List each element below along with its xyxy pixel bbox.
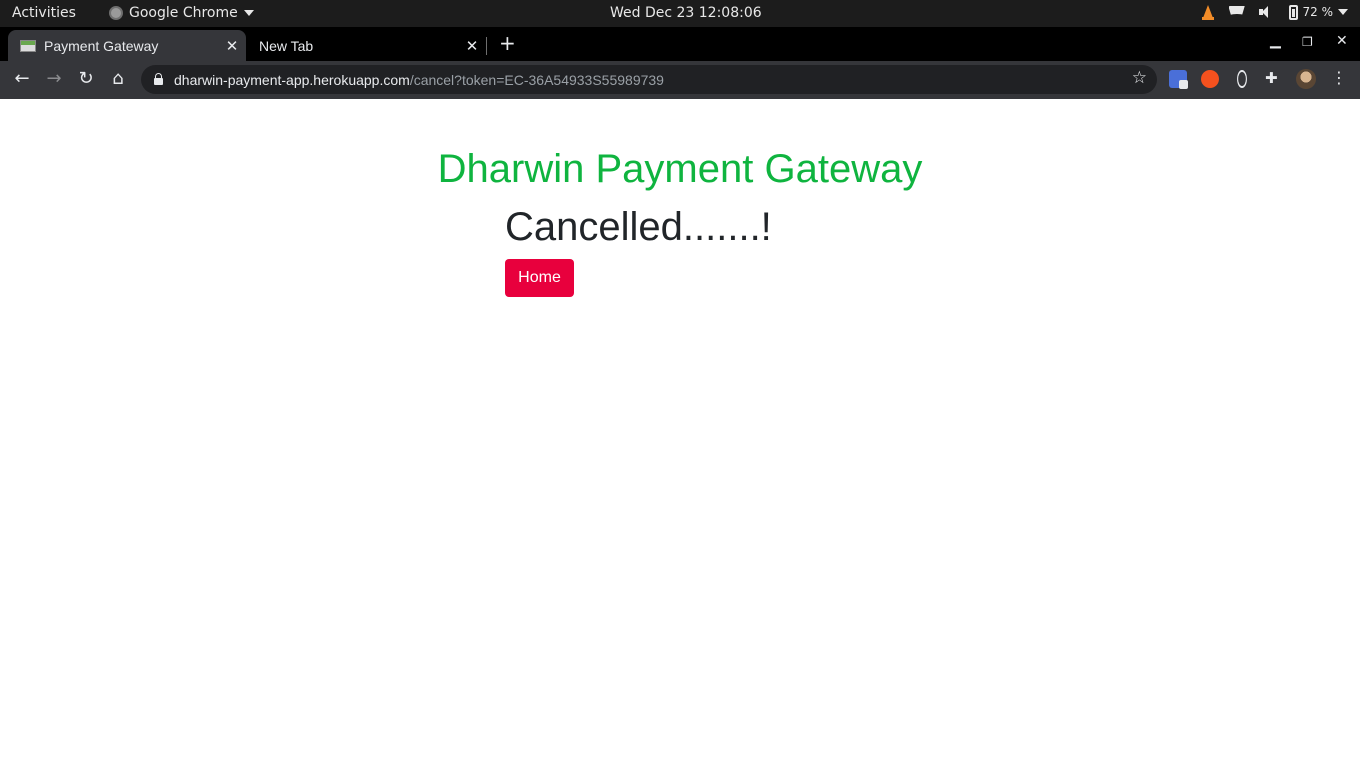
system-tray[interactable]: 72 % xyxy=(1201,4,1348,20)
close-tab-icon[interactable]: ✕ xyxy=(462,37,482,55)
close-tab-icon[interactable]: ✕ xyxy=(222,37,242,55)
activities-button[interactable]: Activities xyxy=(12,5,76,21)
forward-icon[interactable]: → xyxy=(43,69,65,89)
reload-icon[interactable]: ↻ xyxy=(75,69,97,89)
app-menu[interactable]: Google Chrome xyxy=(109,5,254,21)
wifi-icon xyxy=(1229,6,1245,18)
minimize-button[interactable]: ▁ xyxy=(1270,33,1281,49)
tab-strip: Payment Gateway ✕ New Tab ✕ + ▁ ❐ ✕ xyxy=(0,27,1360,61)
battery-icon xyxy=(1288,4,1298,20)
tab-divider xyxy=(486,37,487,55)
home-button[interactable]: Home xyxy=(505,259,574,297)
chevron-down-icon xyxy=(1338,9,1348,15)
battery-indicator: 72 % xyxy=(1288,4,1348,20)
volume-icon xyxy=(1258,5,1275,19)
battery-percent: 72 % xyxy=(1302,5,1334,19)
lock-icon[interactable] xyxy=(154,73,163,85)
chevron-down-icon xyxy=(243,10,254,16)
translate-extension-icon[interactable] xyxy=(1169,70,1188,89)
home-icon[interactable]: ⌂ xyxy=(107,69,129,89)
close-window-button[interactable]: ✕ xyxy=(1336,33,1348,49)
tab-title: New Tab xyxy=(259,37,314,54)
tab-title: Payment Gateway xyxy=(44,37,159,54)
status-message: Cancelled.......! xyxy=(505,205,772,249)
new-tab-button[interactable]: + xyxy=(499,31,516,55)
clock[interactable]: Wed Dec 23 12:08:06 xyxy=(610,5,762,21)
react-devtools-icon[interactable] xyxy=(1237,70,1247,88)
tab-new-tab[interactable]: New Tab ✕ xyxy=(246,30,486,61)
extension-icon[interactable] xyxy=(1201,70,1219,88)
system-top-bar: Activities Google Chrome Wed Dec 23 12:0… xyxy=(0,0,1360,27)
tab-payment-gateway[interactable]: Payment Gateway ✕ xyxy=(8,30,246,61)
browser-toolbar: ← → ↻ ⌂ dharwin-payment-app.herokuapp.co… xyxy=(0,61,1360,99)
app-name: Google Chrome xyxy=(129,5,238,21)
url-host: dharwin-payment-app.herokuapp.com xyxy=(174,71,410,88)
restore-button[interactable]: ❐ xyxy=(1302,35,1313,49)
url-path: /cancel?token=EC-36A54933S55989739 xyxy=(409,71,664,88)
back-icon[interactable]: ← xyxy=(11,69,33,89)
profile-avatar[interactable] xyxy=(1296,69,1316,89)
page-content: Dharwin Payment Gateway Cancelled.......… xyxy=(0,99,1360,768)
chrome-icon xyxy=(109,6,123,20)
kebab-menu-icon[interactable]: ⋮ xyxy=(1331,70,1347,86)
vlc-icon[interactable] xyxy=(1201,4,1215,20)
page-heading: Dharwin Payment Gateway xyxy=(437,147,923,191)
puzzle-icon[interactable]: ✚ xyxy=(1265,69,1283,87)
address-bar[interactable]: dharwin-payment-app.herokuapp.com/cancel… xyxy=(141,65,1157,94)
favicon-icon xyxy=(20,39,36,52)
star-icon[interactable]: ☆ xyxy=(1132,68,1147,88)
